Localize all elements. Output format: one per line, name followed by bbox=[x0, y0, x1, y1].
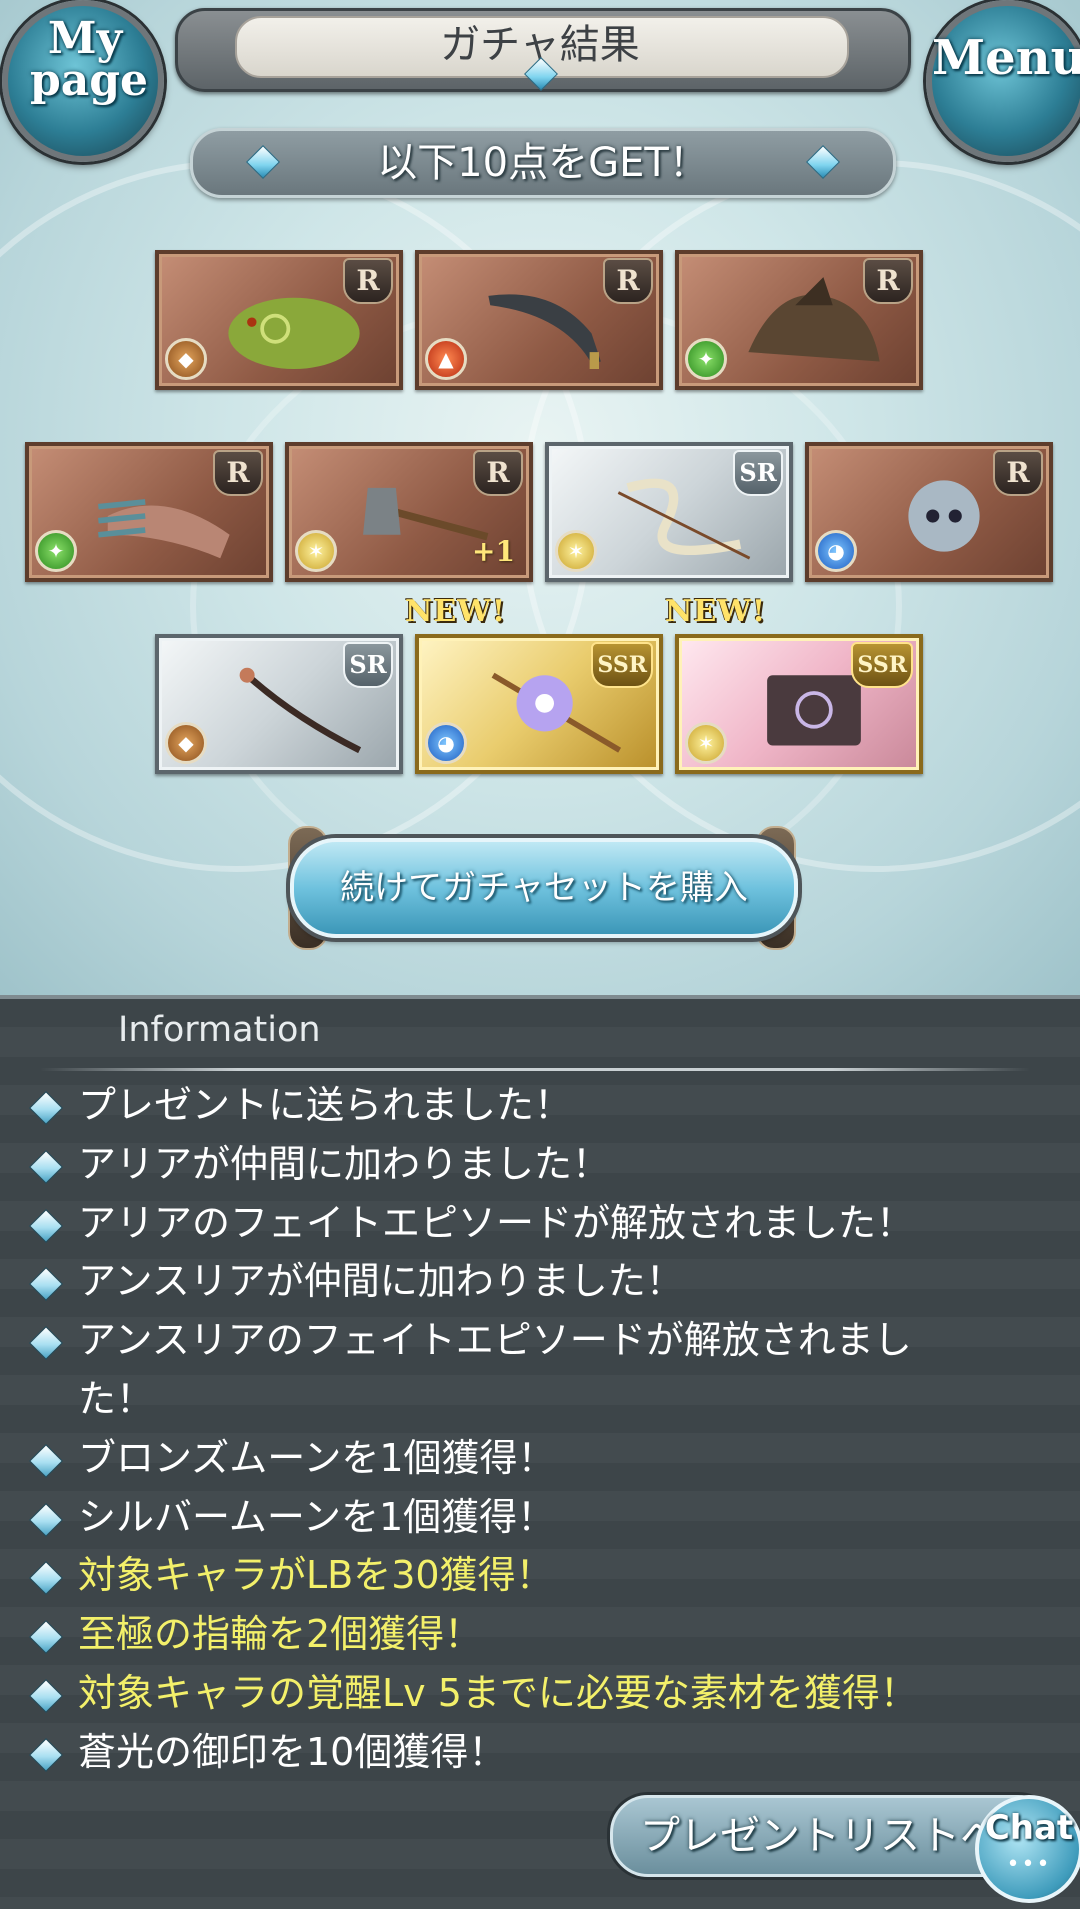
chat-dots: ••• bbox=[1006, 1852, 1052, 1877]
rarity-badge: SSR bbox=[591, 642, 653, 688]
information-message: ブロンズムーンを1個獲得！ bbox=[78, 1436, 556, 1480]
item-card[interactable]: SR ✶ bbox=[545, 442, 793, 582]
information-message: 至極の指輪を2個獲得！ bbox=[78, 1612, 483, 1656]
item-card[interactable]: R ✦ bbox=[675, 250, 923, 390]
item-card[interactable]: R ▲ bbox=[415, 250, 663, 390]
light-element-icon: ✶ bbox=[685, 722, 727, 764]
menu-label[interactable]: Menu bbox=[932, 30, 1080, 86]
light-element-icon: ✶ bbox=[555, 530, 597, 572]
mypage-label[interactable]: My page bbox=[30, 13, 149, 106]
information-message: 対象キャラがLBを30獲得！ bbox=[78, 1553, 554, 1597]
water-element-icon: ◕ bbox=[425, 722, 467, 764]
information-message: アリアのフェイトエピソードが解放されました！ bbox=[78, 1201, 915, 1245]
rarity-badge: R bbox=[213, 450, 263, 496]
result-banner-text: 以下10点をGET！ bbox=[377, 140, 709, 186]
wind-element-icon: ✦ bbox=[685, 338, 727, 380]
information-message: アンスリアのフェイトエピソードが解放されまし bbox=[78, 1318, 912, 1362]
earth-element-icon: ◆ bbox=[165, 338, 207, 380]
rarity-badge: R bbox=[473, 450, 523, 496]
rarity-badge: R bbox=[343, 258, 393, 304]
rarity-badge: SR bbox=[343, 642, 393, 688]
information-message: 対象キャラの覚醒Lv 5までに必要な素材を獲得！ bbox=[78, 1671, 918, 1715]
mypage-label-line2: page bbox=[30, 55, 149, 106]
item-card[interactable]: R ◕ bbox=[805, 442, 1053, 582]
background-swirl bbox=[190, 300, 902, 912]
information-message: シルバームーンを1個獲得！ bbox=[78, 1495, 556, 1539]
present-list-label[interactable]: プレゼントリストへ bbox=[610, 1795, 1030, 1877]
information-message: アンスリアが仲間に加わりました！ bbox=[78, 1259, 684, 1303]
information-message: アリアが仲間に加わりました！ bbox=[78, 1142, 611, 1186]
water-element-icon: ◕ bbox=[815, 530, 857, 572]
new-badge: NEW! bbox=[405, 594, 507, 629]
information-message: た！ bbox=[78, 1377, 155, 1421]
information-message: 蒼光の御印を10個獲得！ bbox=[78, 1730, 507, 1774]
rarity-badge: R bbox=[993, 450, 1043, 496]
earth-element-icon: ◆ bbox=[165, 722, 207, 764]
chat-label[interactable]: Chat bbox=[975, 1808, 1080, 1848]
item-card[interactable]: R ◆ bbox=[155, 250, 403, 390]
wind-element-icon: ✦ bbox=[35, 530, 77, 572]
light-element-icon: ✶ bbox=[295, 530, 337, 572]
item-card[interactable]: SSR ✶ bbox=[675, 634, 923, 774]
new-badge: NEW! bbox=[665, 594, 767, 629]
plus-level: +1 bbox=[472, 535, 515, 568]
information-message: プレゼントに送られました！ bbox=[78, 1083, 573, 1127]
rarity-badge: SSR bbox=[851, 642, 913, 688]
information-divider bbox=[40, 1068, 1030, 1071]
item-card[interactable]: R ✶ +1 bbox=[285, 442, 533, 582]
buy-again-label[interactable]: 続けてガチャセットを購入 bbox=[290, 838, 798, 938]
header: ガチャ結果 My page Menu bbox=[0, 0, 1080, 162]
information-title: Information bbox=[118, 1010, 321, 1050]
rarity-badge: R bbox=[603, 258, 653, 304]
item-card[interactable]: R ✦ bbox=[25, 442, 273, 582]
item-card[interactable]: SR ◆ bbox=[155, 634, 403, 774]
fire-element-icon: ▲ bbox=[425, 338, 467, 380]
item-card[interactable]: SSR ◕ bbox=[415, 634, 663, 774]
rarity-badge: SR bbox=[733, 450, 783, 496]
rarity-badge: R bbox=[863, 258, 913, 304]
mypage-label-line1: My bbox=[47, 13, 123, 64]
